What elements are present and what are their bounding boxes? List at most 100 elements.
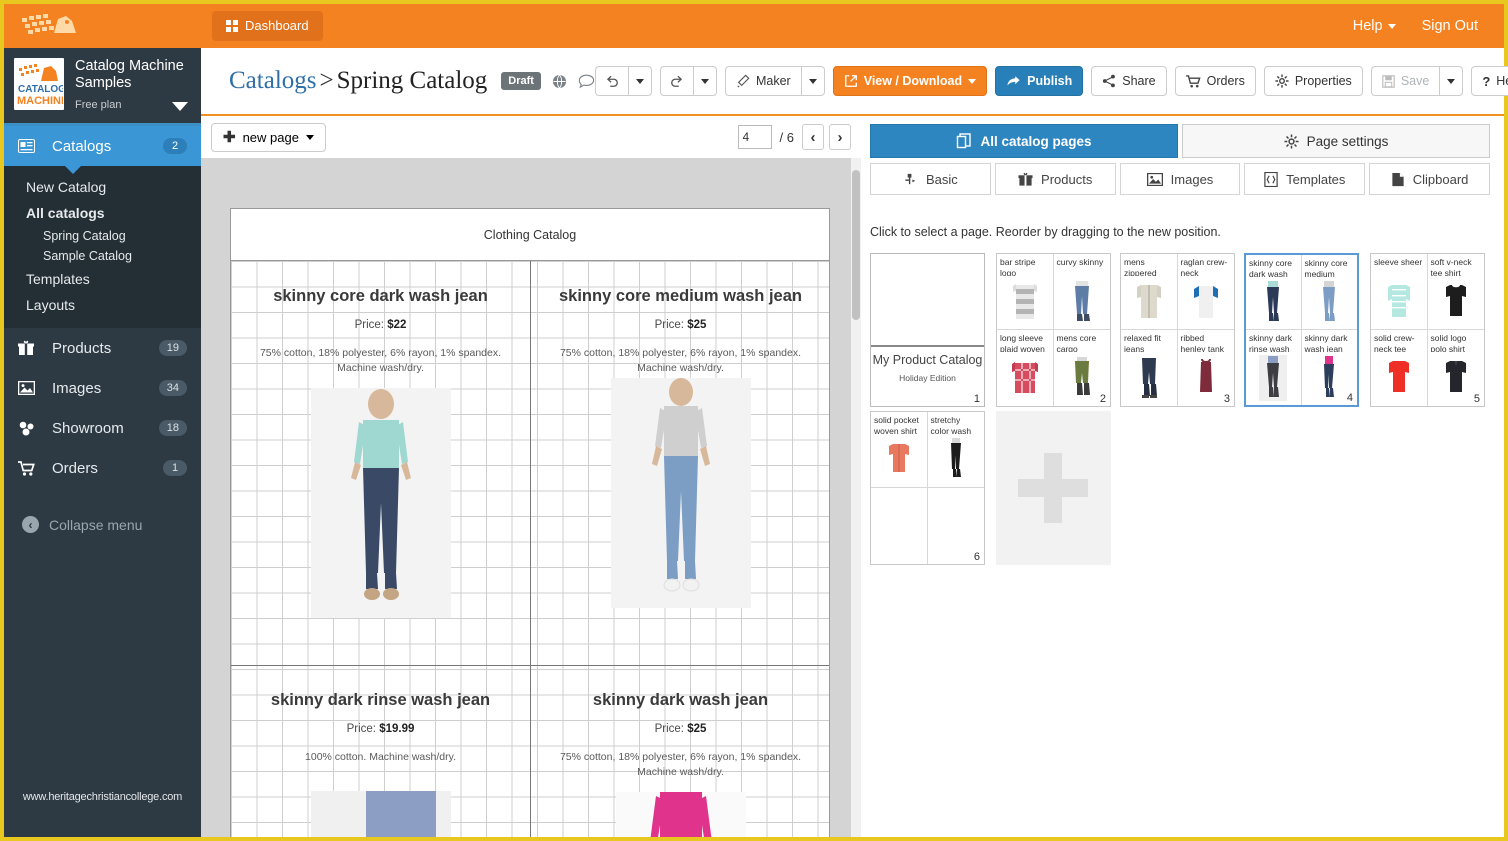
thumb-product-image — [1054, 277, 1111, 327]
main-toolbar: Maker View / Download Publish Share Orde… — [594, 66, 1508, 96]
properties-button[interactable]: Properties — [1263, 66, 1363, 96]
page-number-input[interactable] — [737, 125, 772, 149]
subtab-products[interactable]: Products — [994, 163, 1116, 195]
subtab-clipboard[interactable]: Clipboard — [1369, 163, 1490, 195]
row-divider — [231, 665, 829, 666]
dashboard-button[interactable]: Dashboard — [212, 11, 323, 41]
canvas-scrollbar[interactable] — [851, 158, 861, 837]
pager: / 6 ‹ › — [737, 124, 851, 150]
sidebar-item-layouts[interactable]: Layouts — [4, 292, 201, 318]
right-panel: All catalog pages Page settings Basic Pr… — [861, 116, 1504, 837]
product-photo[interactable] — [610, 378, 751, 608]
page-number: 3 — [1223, 393, 1230, 405]
page-thumbnail[interactable]: bar stripe logo curvy skinny long sleeve… — [996, 253, 1111, 407]
product-photo[interactable] — [310, 388, 451, 618]
subtab-templates[interactable]: Templates — [1244, 163, 1366, 195]
sidebar-badge: 18 — [158, 420, 187, 436]
template-icon — [1264, 171, 1278, 187]
panel-tabs: All catalog pages Page settings — [870, 124, 1490, 158]
help-button[interactable]: ? Help — [1471, 66, 1508, 96]
sidebar-item-sample-catalog[interactable]: Sample Catalog — [4, 246, 201, 266]
sidebar-badge: 19 — [158, 340, 187, 356]
collapse-menu-button[interactable]: ‹ Collapse menu — [4, 502, 201, 547]
sign-out-link[interactable]: Sign Out — [1422, 18, 1478, 34]
thumb-product-image — [1246, 353, 1301, 403]
tab-page-settings[interactable]: Page settings — [1182, 124, 1490, 158]
next-page-button[interactable]: › — [829, 124, 851, 150]
subtab-basic[interactable]: Basic — [870, 163, 991, 195]
page-thumbnail[interactable]: mens zippered raglan crew-neck relaxed f… — [1120, 253, 1235, 407]
page-number: 6 — [973, 551, 980, 563]
publish-button[interactable]: Publish — [995, 66, 1084, 96]
page-thumbnail[interactable]: sleeve sheer soft v-neck tee shirt solid… — [1370, 253, 1485, 407]
maker-split-button[interactable]: Maker — [724, 66, 825, 96]
chevron-down-icon[interactable] — [172, 102, 188, 111]
sidebar-item-templates[interactable]: Templates — [4, 266, 201, 292]
product-cell[interactable]: skinny dark wash jean Price: $25 75% cot… — [531, 689, 830, 837]
breadcrumb-current: Spring Catalog — [336, 67, 488, 94]
sidebar-item-new-catalog[interactable]: New Catalog — [4, 174, 201, 200]
sidebar-item-showroom[interactable]: Showroom 18 — [4, 408, 201, 448]
page-header-title[interactable]: Clothing Catalog — [231, 209, 829, 261]
subtab-images[interactable]: Images — [1119, 163, 1241, 195]
basic-icon — [905, 173, 916, 185]
image-icon — [1146, 172, 1163, 186]
product-cell[interactable]: skinny dark rinse wash jean Price: $19.9… — [231, 689, 530, 837]
canvas-toolbar: ✚ new page / 6 ‹ › — [201, 116, 861, 158]
sidebar-item-spring-catalog[interactable]: Spring Catalog — [4, 226, 201, 246]
save-dropdown-button[interactable] — [1439, 66, 1464, 96]
sidebar-item-catalogs[interactable]: Catalogs 2 — [4, 126, 201, 174]
account-switcher[interactable]: CATALOG MACHINE Catalog Machine Samples … — [4, 48, 201, 123]
tab-label: Page settings — [1306, 133, 1389, 149]
gift-icon — [1018, 172, 1033, 186]
orders-button[interactable]: Orders — [1174, 66, 1256, 96]
tab-all-catalog-pages[interactable]: All catalog pages — [870, 124, 1178, 158]
scrollbar-thumb[interactable] — [852, 170, 860, 320]
undo-split-button[interactable] — [594, 66, 652, 96]
thumb-product-name: curvy skinny — [1056, 257, 1104, 267]
breadcrumb-catalogs[interactable]: Catalogs — [229, 67, 317, 94]
thumb-product-image — [1178, 277, 1235, 327]
page-thumbnail-cover[interactable]: My Product Catalog Holiday Edition 1 — [870, 253, 985, 407]
app-logo-icon[interactable] — [12, 4, 92, 48]
help-menu[interactable]: Help — [1353, 18, 1396, 34]
new-page-button[interactable]: ✚ new page — [211, 122, 326, 152]
breadcrumb: Catalogs > Spring Catalog — [229, 67, 487, 95]
share-button[interactable]: Share — [1091, 66, 1167, 96]
subtab-label: Clipboard — [1412, 171, 1469, 187]
page-thumbnail-selected[interactable]: skinny core dark wash skinny core medium… — [1244, 253, 1359, 407]
maker-dropdown-button[interactable] — [800, 66, 825, 96]
breadcrumb-separator: > — [319, 67, 334, 94]
sidebar-item-orders[interactable]: Orders 1 — [4, 448, 201, 488]
sidebar-item-products[interactable]: Products 19 — [4, 328, 201, 368]
sidebar-item-images[interactable]: Images 34 — [4, 368, 201, 408]
product-cell[interactable]: skinny core medium wash jean Price: $25 … — [531, 285, 830, 608]
comment-icon[interactable] — [578, 74, 595, 89]
sidebar-item-label: Orders — [52, 459, 98, 477]
undo-dropdown-button[interactable] — [627, 66, 652, 96]
question-mark-icon: ? — [1482, 73, 1491, 89]
redo-dropdown-button[interactable] — [692, 66, 717, 96]
status-badge: Draft — [501, 72, 541, 90]
product-name: skinny core medium wash jean — [558, 287, 802, 305]
product-cell[interactable]: skinny core dark wash jean Price: $22 75… — [231, 285, 530, 618]
redo-split-button[interactable] — [659, 66, 717, 96]
add-page-button[interactable] — [996, 411, 1111, 565]
undo-button[interactable] — [594, 66, 628, 96]
maker-button[interactable]: Maker — [724, 66, 801, 96]
catalog-canvas[interactable]: Clothing Catalog skinny core dark wash j… — [201, 158, 861, 837]
redo-button[interactable] — [659, 66, 693, 96]
catalog-page[interactable]: Clothing Catalog skinny core dark wash j… — [230, 208, 830, 837]
product-photo[interactable] — [611, 792, 751, 837]
thumb-product-name: long sleeve plaid woven — [1000, 333, 1045, 352]
thumb-cell: sleeve sheer — [1371, 254, 1428, 330]
page-thumbnail[interactable]: solid pocket woven shirt stretchy color … — [870, 411, 985, 565]
product-photo[interactable] — [310, 791, 451, 837]
clipboard-icon — [1392, 172, 1404, 186]
arrow-left-icon: ‹ — [22, 516, 39, 533]
prev-page-button[interactable]: ‹ — [802, 124, 824, 150]
view-download-button[interactable]: View / Download — [832, 66, 988, 96]
sidebar-item-all-catalogs[interactable]: All catalogs — [4, 200, 201, 226]
save-split-button[interactable]: Save — [1370, 66, 1464, 96]
globe-icon[interactable] — [552, 74, 567, 89]
